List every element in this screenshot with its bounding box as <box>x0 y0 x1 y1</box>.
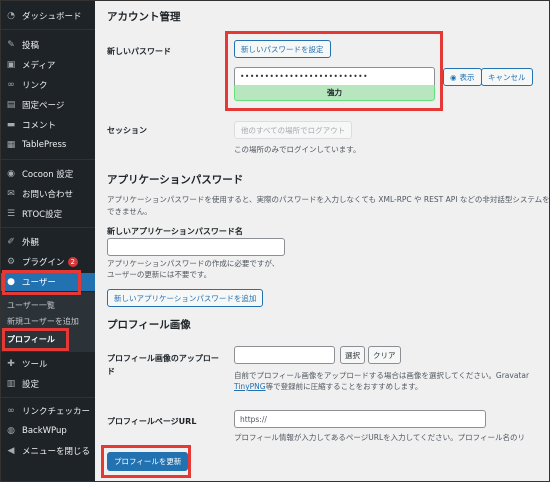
pin-icon: ✎ <box>7 40 15 50</box>
list-icon: ☰ <box>6 209 16 219</box>
sidebar-item-label: 設定 <box>22 380 40 390</box>
sidebar-separator <box>1 397 95 398</box>
page-icon: ▤ <box>6 100 16 110</box>
mail-icon: ✉ <box>7 189 15 199</box>
app-password-help-line2: ユーザーの更新には不要です。 <box>107 270 212 279</box>
select-image-button[interactable]: 選択 <box>340 346 365 364</box>
wrench-icon: ✚ <box>7 359 15 369</box>
update-count-badge: 2 <box>67 257 78 267</box>
plugin-icon: ⚙ <box>6 257 16 267</box>
sidebar-item-label: ダッシュボード <box>22 12 82 22</box>
sidebar-item-tools[interactable]: ✚ ツール <box>1 355 95 373</box>
profile-page-url-input[interactable]: https:// <box>234 410 486 428</box>
eye-icon: ◉ <box>450 72 457 82</box>
sidebar-item-tablepress[interactable]: ▦ TablePress <box>1 136 95 154</box>
profile-image-path-input[interactable] <box>234 346 335 364</box>
profile-image-description-line1: 自前でプロフィール画像をアップロードする場合は画像を選択してください。Grava… <box>234 371 530 380</box>
cocoon-icon: ◉ <box>7 169 15 179</box>
sidebar-item-contact[interactable]: ✉ お問い合わせ <box>1 185 95 203</box>
highlight-update-button <box>101 445 191 478</box>
sidebar-item-label: 固定ページ <box>22 101 65 111</box>
profile-image-heading: プロフィール画像 <box>107 319 191 331</box>
sidebar-item-cocoon[interactable]: ◉ Cocoon 設定 <box>1 165 95 183</box>
sidebar-separator <box>1 159 95 160</box>
highlight-new-password <box>225 31 443 111</box>
sidebar-item-posts[interactable]: ✎ 投稿 <box>1 36 95 54</box>
account-management-heading: アカウント管理 <box>107 11 181 23</box>
submenu-item-add-new-user[interactable]: 新規ユーザーを追加 <box>1 313 95 329</box>
sidebar-item-label: メニューを閉じる <box>22 447 91 457</box>
sidebar-item-dashboard[interactable]: ◔ ダッシュボード <box>1 7 95 25</box>
sidebar-item-media[interactable]: ▣ メディア <box>1 56 95 74</box>
sidebar-item-comments[interactable]: ▬ コメント <box>1 116 95 134</box>
highlight-profile-submenu <box>2 328 69 351</box>
sidebar-item-plugins[interactable]: ⚙ プラグイン 2 <box>1 253 95 271</box>
tinypng-link[interactable]: TinyPNG <box>234 382 266 391</box>
brush-icon: ✐ <box>7 237 15 247</box>
submenu-label: ユーザー一覧 <box>7 300 55 310</box>
profile-page-url-label: プロフィールページURL <box>107 417 197 426</box>
sidebar-item-settings[interactable]: ▥ 設定 <box>1 375 95 393</box>
application-passwords-description-line1: アプリケーションパスワードを使用すると、実際のパスワードを入力しなくても XML… <box>107 195 550 204</box>
sidebar-item-label: 投稿 <box>22 41 40 51</box>
sidebar-item-label: メディア <box>22 61 56 71</box>
sidebar-item-label: お問い合わせ <box>22 190 74 200</box>
sidebar-item-label: Cocoon 設定 <box>22 170 74 180</box>
sidebar-item-rtoc[interactable]: ☰ RTOC設定 <box>1 205 95 223</box>
sidebar-item-label: 外観 <box>22 238 40 248</box>
session-description: この場所のみでログインしています。 <box>234 145 361 154</box>
new-app-password-name-label: 新しいアプリケーションパスワード名 <box>107 227 243 236</box>
sidebar-separator <box>1 29 95 30</box>
profile-page-url-description: プロフィール情報が入力してあるページURLを入力してください。プロフィール名のリ <box>234 433 526 442</box>
application-passwords-heading: アプリケーションパスワード <box>107 174 244 186</box>
profile-image-upload-label: プロフィール画像のアップロー ド <box>107 353 219 377</box>
sidebar-item-backwpup[interactable]: ◍ BackWPup <box>1 422 95 440</box>
upload-label-line2: ド <box>107 367 115 376</box>
new-app-password-name-input[interactable] <box>107 238 285 256</box>
sidebar-item-label: プラグイン <box>22 258 65 268</box>
logout-everywhere-button[interactable]: 他のすべての場所でログアウト <box>234 121 353 139</box>
profile-image-description-rest: 等で登録前に圧縮することをおすすめします。 <box>265 382 423 391</box>
sessions-label: セッション <box>107 126 147 135</box>
application-passwords-description-line2: できません。 <box>107 207 152 216</box>
sidebar-separator <box>1 227 95 228</box>
sidebar-item-label: RTOC設定 <box>22 210 63 220</box>
sidebar-item-label: TablePress <box>22 140 67 150</box>
show-password-label: 表示 <box>459 72 475 82</box>
link-icon: ∞ <box>7 80 15 90</box>
media-icon: ▣ <box>6 60 16 70</box>
link-checker-icon: ∞ <box>7 406 15 416</box>
app-password-help-line1: アプリケーションパスワードの作成に必要ですが、 <box>107 259 280 268</box>
backwpup-icon: ◍ <box>7 426 15 436</box>
sidebar-item-label: BackWPup <box>22 426 67 436</box>
sidebar-collapse-menu[interactable]: ◀ メニューを閉じる <box>1 442 95 460</box>
sidebar-item-link-checker[interactable]: ∞ リンクチェッカー <box>1 402 95 420</box>
table-icon: ▦ <box>6 140 16 150</box>
add-app-password-button[interactable]: 新しいアプリケーションパスワードを追加 <box>107 289 264 307</box>
sidebar-item-label: リンクチェッカー <box>22 407 91 417</box>
clear-image-button[interactable]: クリア <box>368 346 401 364</box>
upload-label-line1: プロフィール画像のアップロー <box>107 354 219 363</box>
sidebar-item-label: ツール <box>22 360 48 370</box>
settings-icon: ▥ <box>6 379 16 389</box>
sidebar-item-label: コメント <box>22 121 57 131</box>
dashboard-icon: ◔ <box>7 11 15 21</box>
collapse-icon: ◀ <box>7 446 15 456</box>
sidebar-item-pages[interactable]: ▤ 固定ページ <box>1 96 95 114</box>
wp-admin-screen: ◔ ダッシュボード ✎ 投稿 ▣ メディア ∞ リンク ▤ 固定ページ ▬ コメ… <box>0 0 550 482</box>
sidebar-item-appearance[interactable]: ✐ 外観 <box>1 233 95 251</box>
comment-icon: ▬ <box>6 120 16 130</box>
submenu-label: 新規ユーザーを追加 <box>7 316 79 326</box>
show-password-button[interactable]: ◉ 表示 <box>443 68 482 86</box>
admin-sidebar: ◔ ダッシュボード ✎ 投稿 ▣ メディア ∞ リンク ▤ 固定ページ ▬ コメ… <box>1 1 95 481</box>
profile-image-description-line2: TinyPNG等で登録前に圧縮することをおすすめします。 <box>234 381 422 392</box>
new-password-label: 新しいパスワード <box>107 47 171 56</box>
sidebar-item-label: リンク <box>22 81 48 91</box>
submenu-item-all-users[interactable]: ユーザー一覧 <box>1 297 95 313</box>
profile-content: アカウント管理 新しいパスワード 新しいパスワードを設定 •••••••••••… <box>95 1 550 481</box>
highlight-users-menu <box>2 270 81 295</box>
sidebar-item-links[interactable]: ∞ リンク <box>1 76 95 94</box>
cancel-password-button[interactable]: キャンセル <box>481 68 533 86</box>
